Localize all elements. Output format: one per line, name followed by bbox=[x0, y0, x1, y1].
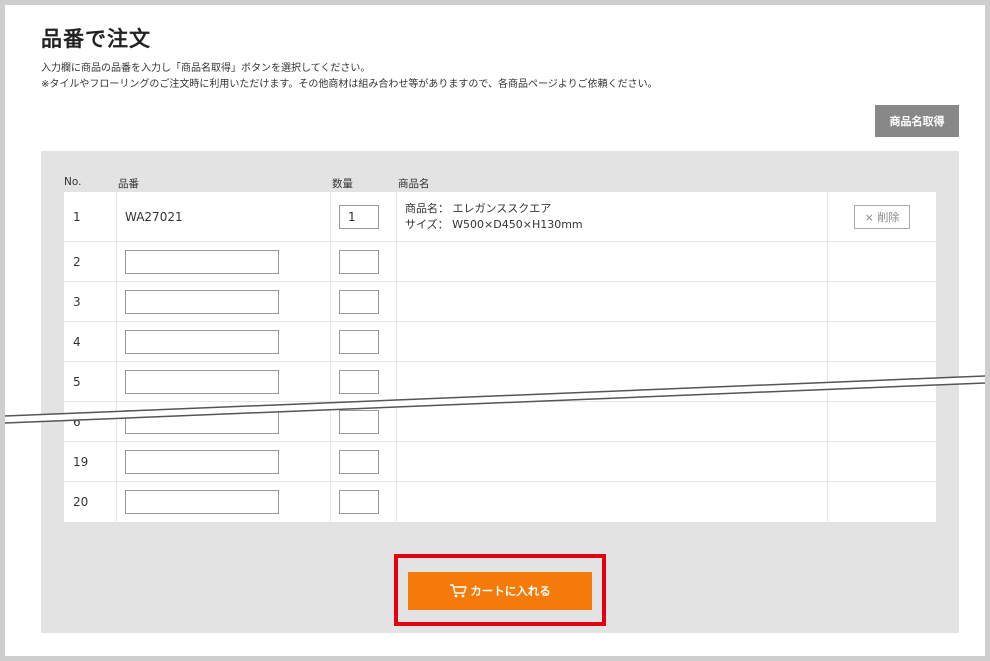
delete-button[interactable]: × 削除 bbox=[854, 205, 910, 229]
table-row: 3 bbox=[64, 282, 936, 322]
product-code-input[interactable] bbox=[125, 250, 279, 274]
header-name: 商品名 bbox=[398, 178, 430, 190]
row-number: 4 bbox=[73, 335, 81, 349]
row-number: 3 bbox=[73, 295, 81, 309]
table-row: 2 bbox=[64, 242, 936, 282]
order-table: 1 WA27021 商品名： エレガンススクエア サイズ： W500×D450×… bbox=[64, 192, 936, 522]
table-row: 4 bbox=[64, 322, 936, 362]
product-info: 商品名： エレガンススクエア サイズ： W500×D450×H130mm bbox=[405, 201, 583, 233]
table-row: 1 WA27021 商品名： エレガンススクエア サイズ： W500×D450×… bbox=[64, 192, 936, 242]
quantity-input[interactable] bbox=[339, 490, 379, 514]
header-no: No. bbox=[64, 176, 82, 188]
quantity-input[interactable] bbox=[339, 410, 379, 434]
row-number: 6 bbox=[73, 415, 81, 429]
quantity-input[interactable] bbox=[339, 205, 379, 229]
quantity-input[interactable] bbox=[339, 250, 379, 274]
instruction-note: ※タイルやフローリングのご注文時に利用いただけます。その他商材は組み合わせ等があ… bbox=[41, 79, 658, 90]
instruction-text: 入力欄に商品の品番を入力し「商品名取得」ボタンを選択してください。 bbox=[41, 63, 371, 74]
product-size: サイズ： W500×D450×H130mm bbox=[405, 218, 583, 231]
product-code-input[interactable] bbox=[125, 330, 279, 354]
fetch-product-name-button[interactable]: 商品名取得 bbox=[875, 105, 959, 137]
table-row: 20 bbox=[64, 482, 936, 522]
header-qty: 数量 bbox=[332, 178, 353, 190]
table-row: 19 bbox=[64, 442, 936, 482]
product-code-input[interactable] bbox=[125, 490, 279, 514]
quantity-input[interactable] bbox=[339, 370, 379, 394]
product-code-input[interactable] bbox=[125, 450, 279, 474]
product-code-input[interactable] bbox=[125, 290, 279, 314]
quantity-input[interactable] bbox=[339, 330, 379, 354]
cart-icon bbox=[450, 584, 467, 598]
row-number: 2 bbox=[73, 255, 81, 269]
product-name: 商品名： エレガンススクエア bbox=[405, 202, 552, 215]
table-row: 6 bbox=[64, 402, 936, 442]
add-to-cart-button[interactable]: カートに入れる bbox=[408, 572, 592, 610]
header-code: 品番 bbox=[118, 178, 139, 190]
screenshot-frame: 品番で注文 入力欄に商品の品番を入力し「商品名取得」ボタンを選択してください。 … bbox=[0, 0, 990, 661]
table-row: 5 bbox=[64, 362, 936, 402]
row-number: 19 bbox=[73, 455, 89, 469]
product-code-input[interactable] bbox=[125, 410, 279, 434]
product-code-input[interactable] bbox=[125, 370, 279, 394]
add-to-cart-label: カートに入れる bbox=[470, 584, 551, 598]
row-number: 20 bbox=[73, 495, 89, 509]
quantity-input[interactable] bbox=[339, 290, 379, 314]
product-code: WA27021 bbox=[125, 210, 183, 224]
quantity-input[interactable] bbox=[339, 450, 379, 474]
row-number: 5 bbox=[73, 375, 81, 389]
row-number: 1 bbox=[73, 210, 81, 224]
page-title: 品番で注文 bbox=[41, 27, 151, 51]
